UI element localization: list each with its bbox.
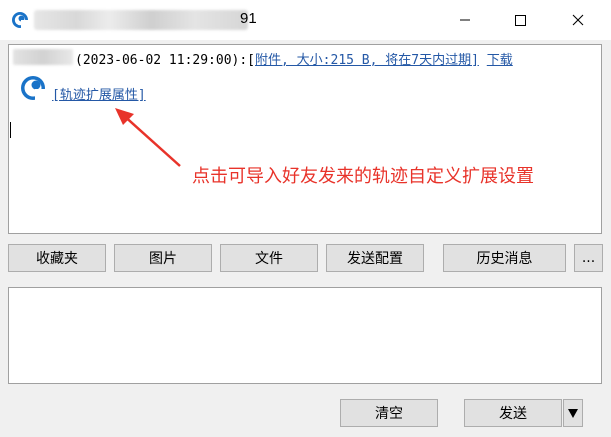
images-button[interactable]: 图片 (114, 244, 212, 272)
dropdown-arrow-icon (568, 409, 578, 418)
send-config-button[interactable]: 发送配置 (326, 244, 424, 272)
annotation-text: 点击可导入好友发来的轨迹自定义扩展设置 (192, 166, 534, 187)
message-history-pane[interactable]: (2023-06-02 11:29:00):[附件, 大小:215 B, 将在7… (8, 44, 602, 234)
message-input[interactable] (8, 287, 602, 384)
send-button[interactable]: 发送 (464, 399, 562, 427)
files-button[interactable]: 文件 (220, 244, 318, 272)
app-logo-icon (21, 76, 49, 102)
app-logo-icon (12, 12, 29, 29)
maximize-icon (515, 15, 526, 26)
history-button[interactable]: 历史消息 (443, 244, 566, 272)
attachment-link[interactable]: 附件, 大小:215 B, 将在7天内过期] (255, 53, 479, 68)
favorites-button[interactable]: 收藏夹 (8, 244, 106, 272)
minimize-button[interactable] (442, 0, 488, 40)
message-header: (2023-06-02 11:29:00):[附件, 大小:215 B, 将在7… (75, 49, 513, 68)
clear-button[interactable]: 清空 (340, 399, 438, 427)
message-timestamp: (2023-06-02 11:29:00):[ (75, 53, 256, 68)
text-cursor (10, 122, 11, 138)
window-title-redacted (34, 10, 248, 30)
sender-name-redacted (13, 49, 73, 65)
more-button[interactable]: ... (574, 244, 603, 272)
title-bar: 91 (0, 0, 611, 40)
window-title: 91 (240, 10, 257, 27)
send-options-dropdown[interactable] (563, 399, 583, 427)
minimize-icon (460, 19, 470, 21)
close-icon (572, 14, 584, 26)
close-button[interactable] (555, 0, 601, 40)
maximize-button[interactable] (497, 0, 543, 40)
download-link[interactable]: 下载 (487, 53, 513, 68)
